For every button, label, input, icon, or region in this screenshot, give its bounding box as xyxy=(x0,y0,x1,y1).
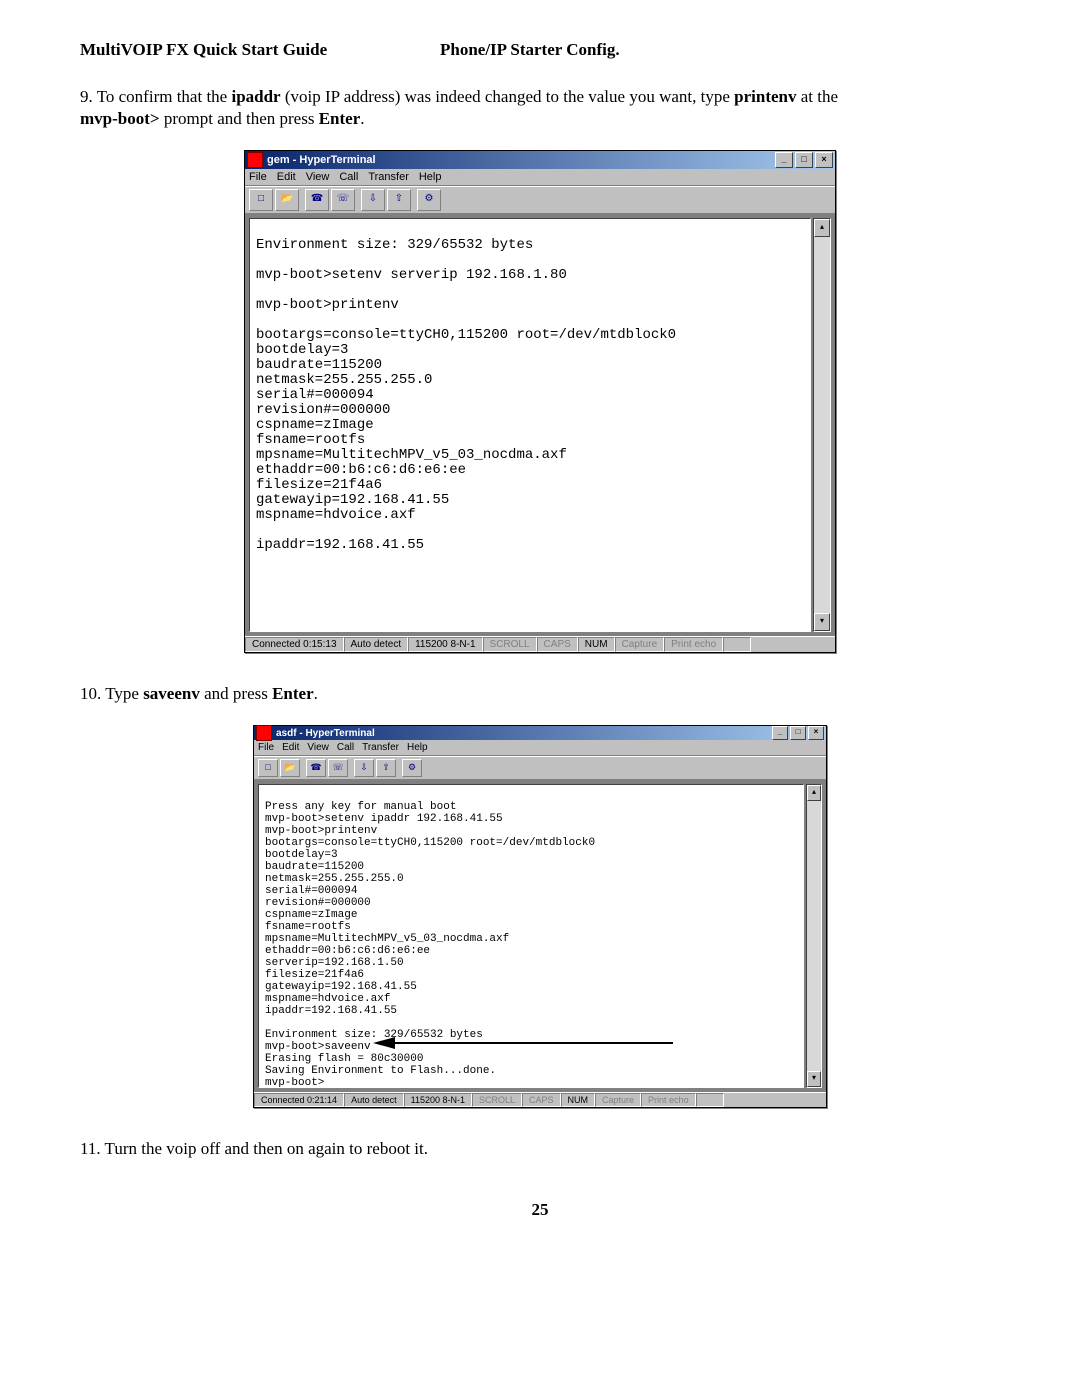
toolbar-disconnect-icon[interactable]: ☏ xyxy=(328,759,348,777)
status-autodetect: Auto detect xyxy=(344,637,409,652)
scroll-up-icon[interactable]: ▴ xyxy=(814,219,830,237)
menu-help[interactable]: Help xyxy=(419,171,442,183)
resize-grip-icon[interactable] xyxy=(696,1093,724,1107)
toolbar-open-icon[interactable]: 📂 xyxy=(280,759,300,777)
status-baud: 115200 8-N-1 xyxy=(404,1093,472,1107)
terminal-text: Environment size: 329/65532 bytes mvp-bo… xyxy=(256,223,804,568)
status-connected: Connected 0:15:13 xyxy=(245,637,344,652)
window-title: gem - HyperTerminal xyxy=(267,154,773,166)
menu-view[interactable]: View xyxy=(306,171,330,183)
menu-call[interactable]: Call xyxy=(337,742,354,753)
menu-bar: File Edit View Call Transfer Help xyxy=(245,169,835,186)
page-header: MultiVOIP FX Quick Start Guide Phone/IP … xyxy=(80,40,1000,60)
close-button[interactable]: × xyxy=(808,726,824,740)
toolbar: □ 📂 ☎ ☏ ⇩ ⇧ ⚙ xyxy=(254,756,826,780)
status-caps: CAPS xyxy=(537,637,578,652)
status-echo: Print echo xyxy=(664,637,723,652)
close-button[interactable]: × xyxy=(815,152,833,168)
step-10: 10. Type saveenv and press Enter. xyxy=(80,683,1000,705)
scroll-up-icon[interactable]: ▴ xyxy=(807,785,821,801)
toolbar-connect-icon[interactable]: ☎ xyxy=(306,759,326,777)
status-echo: Print echo xyxy=(641,1093,696,1107)
titlebar: asdf - HyperTerminal _ □ × xyxy=(254,726,826,740)
status-capture: Capture xyxy=(595,1093,641,1107)
scroll-down-icon[interactable]: ▾ xyxy=(807,1071,821,1087)
terminal-output[interactable]: Press any key for manual boot mvp-boot>s… xyxy=(258,784,804,1088)
hyperterminal-window-1: gem - HyperTerminal _ □ × File Edit View… xyxy=(244,150,836,653)
status-autodetect: Auto detect xyxy=(344,1093,404,1107)
scroll-down-icon[interactable]: ▾ xyxy=(814,613,830,631)
maximize-button[interactable]: □ xyxy=(795,152,813,168)
vertical-scrollbar[interactable]: ▴ ▾ xyxy=(813,218,831,632)
menu-help[interactable]: Help xyxy=(407,742,428,753)
status-scroll: SCROLL xyxy=(483,637,537,652)
status-bar: Connected 0:21:14 Auto detect 115200 8-N… xyxy=(254,1092,826,1107)
header-right: Phone/IP Starter Config. xyxy=(440,40,620,60)
toolbar-receive-icon[interactable]: ⇧ xyxy=(376,759,396,777)
toolbar-send-icon[interactable]: ⇩ xyxy=(361,189,385,211)
scroll-track[interactable] xyxy=(807,801,821,1071)
status-caps: CAPS xyxy=(522,1093,561,1107)
resize-grip-icon[interactable] xyxy=(723,637,751,652)
toolbar-send-icon[interactable]: ⇩ xyxy=(354,759,374,777)
scroll-track[interactable] xyxy=(814,237,830,613)
menu-file[interactable]: File xyxy=(249,171,267,183)
page-number: 25 xyxy=(80,1200,1000,1220)
titlebar: gem - HyperTerminal _ □ × xyxy=(245,151,835,169)
step-9: 9. To confirm that the ipaddr (voip IP a… xyxy=(80,86,1000,130)
header-left: MultiVOIP FX Quick Start Guide xyxy=(80,40,440,60)
toolbar-properties-icon[interactable]: ⚙ xyxy=(417,189,441,211)
hyperterminal-window-2: asdf - HyperTerminal _ □ × File Edit Vie… xyxy=(253,725,827,1108)
toolbar-new-icon[interactable]: □ xyxy=(249,189,273,211)
minimize-button[interactable]: _ xyxy=(775,152,793,168)
toolbar-open-icon[interactable]: 📂 xyxy=(275,189,299,211)
menu-transfer[interactable]: Transfer xyxy=(362,742,399,753)
status-num: NUM xyxy=(578,637,615,652)
status-scroll: SCROLL xyxy=(472,1093,522,1107)
menu-transfer[interactable]: Transfer xyxy=(368,171,409,183)
window-title: asdf - HyperTerminal xyxy=(276,728,770,739)
toolbar-properties-icon[interactable]: ⚙ xyxy=(402,759,422,777)
status-bar: Connected 0:15:13 Auto detect 115200 8-N… xyxy=(245,636,835,652)
vertical-scrollbar[interactable]: ▴ ▾ xyxy=(806,784,822,1088)
status-capture: Capture xyxy=(615,637,665,652)
minimize-button[interactable]: _ xyxy=(772,726,788,740)
terminal-output[interactable]: Environment size: 329/65532 bytes mvp-bo… xyxy=(249,218,811,632)
menu-call[interactable]: Call xyxy=(339,171,358,183)
app-icon xyxy=(247,152,263,168)
menu-file[interactable]: File xyxy=(258,742,274,753)
app-icon xyxy=(256,725,272,741)
step-11: 11. Turn the voip off and then on again … xyxy=(80,1138,1000,1160)
toolbar-disconnect-icon[interactable]: ☏ xyxy=(331,189,355,211)
status-connected: Connected 0:21:14 xyxy=(254,1093,344,1107)
maximize-button[interactable]: □ xyxy=(790,726,806,740)
toolbar-connect-icon[interactable]: ☎ xyxy=(305,189,329,211)
status-num: NUM xyxy=(561,1093,596,1107)
toolbar-receive-icon[interactable]: ⇧ xyxy=(387,189,411,211)
toolbar: □ 📂 ☎ ☏ ⇩ ⇧ ⚙ xyxy=(245,186,835,214)
menu-edit[interactable]: Edit xyxy=(277,171,296,183)
terminal-text: Press any key for manual boot mvp-boot>s… xyxy=(265,789,797,1088)
menu-edit[interactable]: Edit xyxy=(282,742,299,753)
status-baud: 115200 8-N-1 xyxy=(408,637,482,652)
toolbar-new-icon[interactable]: □ xyxy=(258,759,278,777)
menu-view[interactable]: View xyxy=(307,742,329,753)
menu-bar: File Edit View Call Transfer Help xyxy=(254,740,826,756)
